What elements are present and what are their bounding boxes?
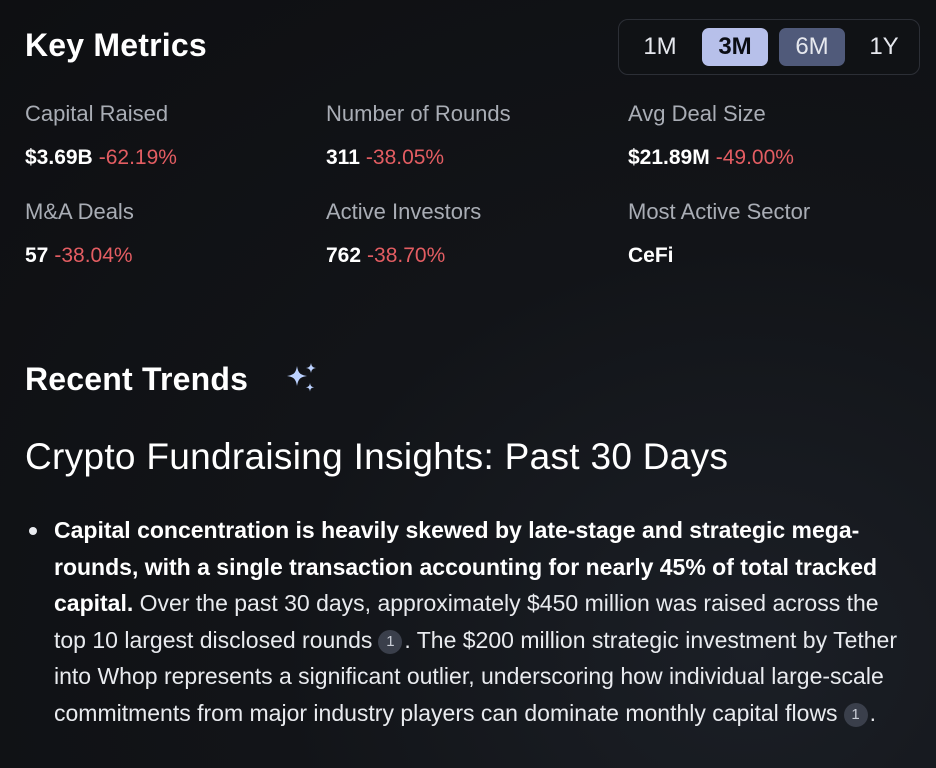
insights-list: Capital concentration is heavily skewed … — [25, 512, 915, 731]
sparkle-icon — [287, 363, 316, 392]
avg-deal-size-metric: $21.89M -49.00% — [628, 146, 794, 170]
key-metrics-title: Key Metrics — [25, 27, 207, 63]
avg-deal-size-value: $21.89M — [628, 146, 710, 169]
citation-badge[interactable]: 1 — [378, 629, 403, 654]
avg-deal-size-change: -49.00% — [715, 146, 794, 169]
capital-raised-metric: $3.69B -62.19% — [25, 146, 177, 170]
range-3m-button[interactable]: 3M — [702, 28, 768, 66]
insight-text-part-3: . — [869, 699, 876, 726]
range-1m-button[interactable]: 1M — [631, 28, 689, 66]
capital-raised-label: Capital Raised — [25, 101, 169, 126]
number-of-rounds-metric: 311 -38.05% — [326, 146, 444, 170]
ma-deals-label: M&A Deals — [25, 199, 134, 224]
active-investors-value: 762 — [326, 244, 362, 267]
active-investors-change: -38.70% — [367, 244, 446, 267]
capital-raised-value: $3.69B — [25, 146, 93, 169]
ma-deals-metric: 57 -38.04% — [25, 244, 133, 268]
most-active-sector-metric: CeFi — [628, 244, 674, 268]
active-investors-label: Active Investors — [326, 199, 482, 224]
bullet-dot — [29, 527, 37, 535]
list-item: Capital concentration is heavily skewed … — [25, 512, 915, 731]
number-of-rounds-change: -38.05% — [365, 146, 445, 169]
time-range-selector: 1M 3M 6M 1Y — [618, 19, 920, 75]
ma-deals-change: -38.04% — [54, 244, 133, 267]
number-of-rounds-label: Number of Rounds — [326, 101, 511, 126]
capital-raised-change: -62.19% — [98, 146, 177, 169]
most-active-sector-value: CeFi — [628, 244, 674, 267]
number-of-rounds-value: 311 — [326, 146, 360, 169]
ma-deals-value: 57 — [25, 244, 49, 267]
avg-deal-size-label: Avg Deal Size — [628, 101, 766, 126]
range-6m-button[interactable]: 6M — [779, 28, 845, 66]
range-1y-button[interactable]: 1Y — [855, 28, 913, 66]
citation-badge[interactable]: 1 — [843, 702, 868, 727]
recent-trends-title: Recent Trends — [25, 361, 249, 397]
active-investors-metric: 762 -38.70% — [326, 244, 445, 268]
most-active-sector-label: Most Active Sector — [628, 199, 811, 224]
insights-heading: Crypto Fundraising Insights: Past 30 Day… — [25, 436, 729, 477]
